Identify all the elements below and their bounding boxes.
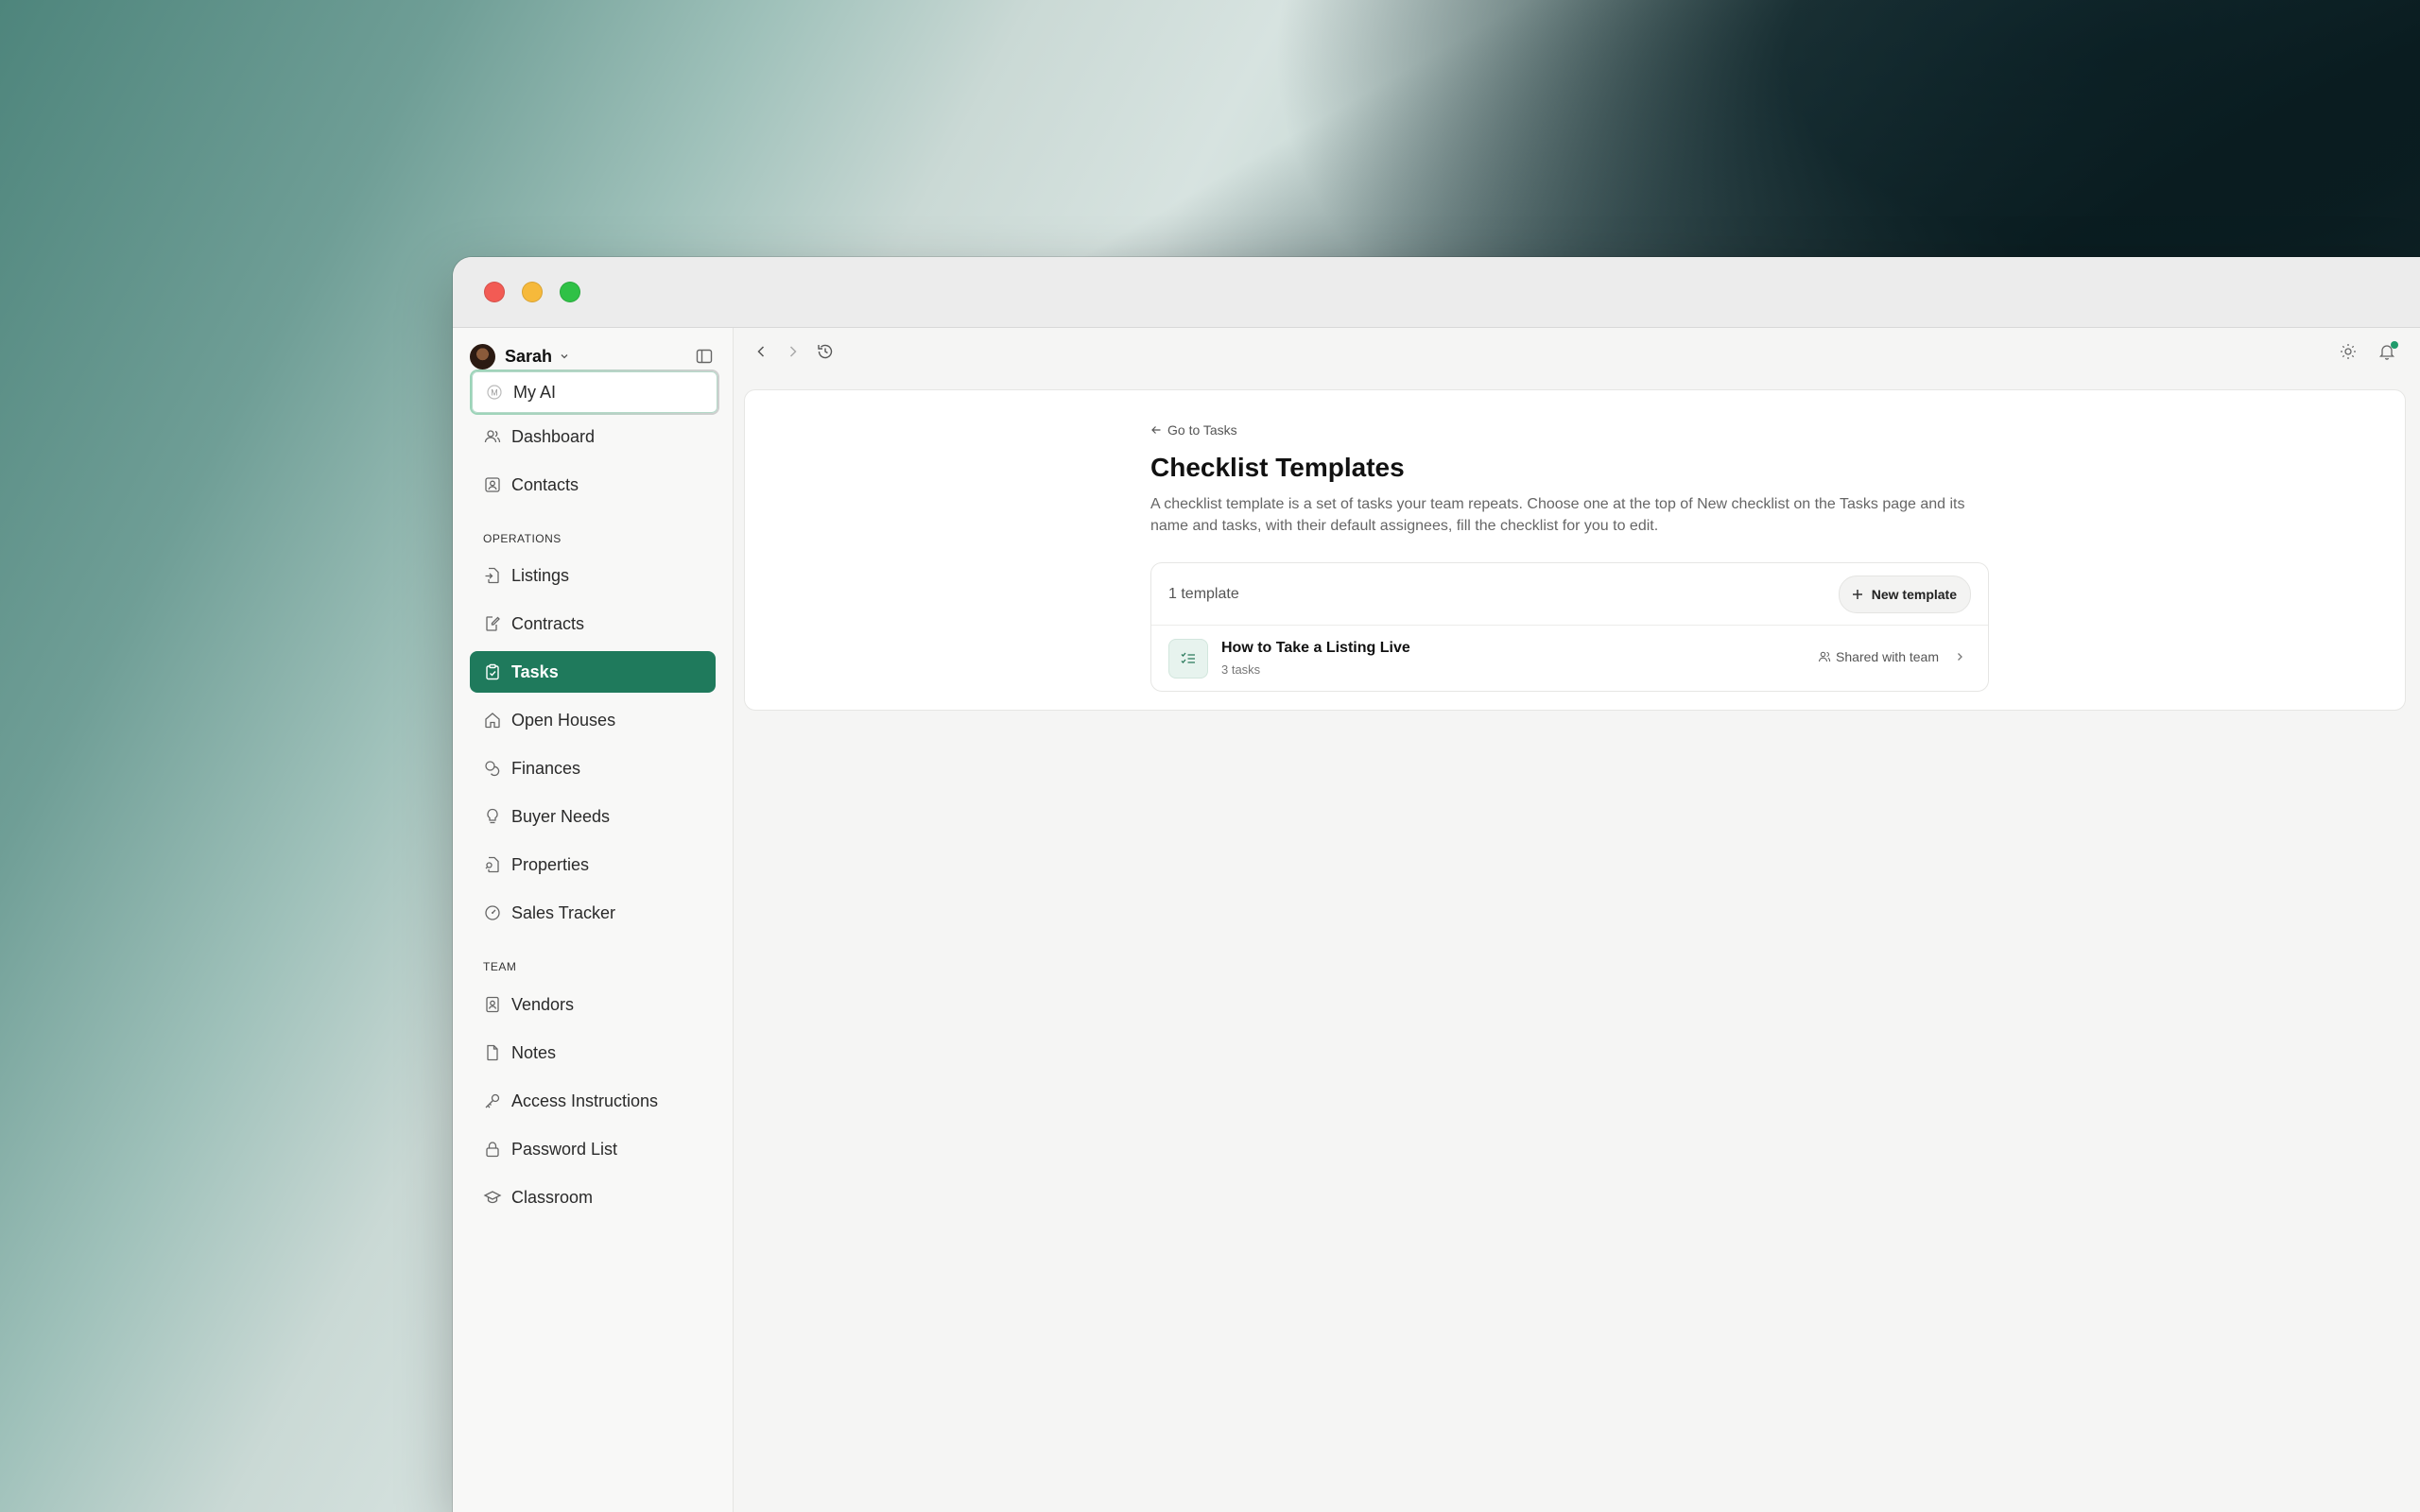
template-name: How to Take a Listing Live [1221,640,1410,656]
notification-dot [2391,341,2398,349]
lightbulb-icon [483,807,502,826]
svg-text:M: M [491,388,498,398]
sidebar-item-label: Contracts [511,613,585,633]
history-icon[interactable] [816,342,835,361]
back-link-label: Go to Tasks [1167,422,1237,438]
user-name: Sarah [505,346,553,366]
back-arrow-icon[interactable] [752,342,770,361]
forward-arrow-icon[interactable] [784,342,803,361]
minimize-window-button[interactable] [522,282,543,302]
sidebar-item-label: Notes [511,1042,557,1062]
new-template-label: New template [1871,587,1957,602]
sidebar-item-sales-tracker[interactable]: Sales Tracker [470,892,716,934]
template-row[interactable]: How to Take a Listing Live 3 tasks Share… [1151,626,1988,690]
wallpaper-shadow [945,0,2420,265]
template-count: 1 template [1168,586,1239,602]
sidebar-item-dashboard[interactable]: Dashboard [470,416,716,457]
sun-icon[interactable] [2339,342,2358,361]
clipboard-check-icon [483,662,502,681]
file-edit-icon [483,614,502,633]
app-window: Sarah M My AI Dashboard Contacts OPERATI… [453,257,2420,1512]
sidebar-item-label: My AI [513,382,557,402]
sidebar-item-contacts[interactable]: Contacts [470,464,716,506]
section-label-operations: OPERATIONS [483,532,562,545]
plus-icon [1852,590,1862,599]
file-import-icon [483,566,502,585]
sidebar-item-label: Listings [511,565,570,585]
sidebar-item-my-ai[interactable]: M My AI [470,369,719,415]
sidebar-item-label: Buyer Needs [511,806,611,826]
sidebar-item-classroom[interactable]: Classroom [470,1177,716,1218]
file-icon [483,1043,502,1062]
home-icon [483,711,502,730]
arrow-left-icon [1151,426,1161,434]
user-menu[interactable]: Sarah [470,341,569,371]
users-icon [483,427,502,446]
sidebar-item-access-instructions[interactable]: Access Instructions [470,1080,716,1122]
close-window-button[interactable] [484,282,505,302]
sidebar-item-properties[interactable]: Properties [470,844,716,885]
title-bar [453,257,2420,328]
file-search-icon [483,855,502,874]
sidebar-item-label: Classroom [511,1187,594,1207]
lock-icon [483,1140,502,1159]
section-label-team: TEAM [483,960,517,973]
contact-card-icon [483,995,502,1014]
sidebar-item-label: Sales Tracker [511,902,616,922]
page-description: A checklist template is a set of tasks y… [1150,496,1965,534]
templates-card: 1 template New template How to Take a Li… [1150,562,1989,692]
ai-logo-icon: M [485,383,504,402]
sidebar-item-label: Tasks [511,662,559,681]
sidebar: Sarah M My AI Dashboard Contacts OPERATI… [453,328,734,1512]
graduation-cap-icon [483,1188,502,1207]
users-icon [1818,651,1831,662]
sidebar-item-tasks[interactable]: Tasks [470,651,716,693]
page-title: Checklist Templates [1150,453,1405,482]
key-icon [483,1091,502,1110]
sidebar-item-label: Dashboard [511,426,596,446]
sidebar-toggle-icon[interactable] [695,347,714,366]
sidebar-item-password-list[interactable]: Password List [470,1128,716,1170]
checklist-icon [1168,639,1208,679]
sidebar-item-label: Contacts [511,474,579,494]
sidebar-item-notes[interactable]: Notes [470,1032,716,1074]
sidebar-item-buyer-needs[interactable]: Buyer Needs [470,796,716,837]
sidebar-item-label: Vendors [511,994,575,1014]
maximize-window-button[interactable] [560,282,580,302]
sidebar-item-label: Properties [511,854,590,874]
chevron-right-icon [1958,653,1962,661]
template-sharing: Shared with team [1818,649,1939,664]
gauge-icon [483,903,502,922]
new-template-button[interactable]: New template [1838,576,1971,613]
sidebar-item-label: Access Instructions [511,1091,659,1110]
sidebar-item-listings[interactable]: Listings [470,555,716,596]
sidebar-item-label: Password List [511,1139,618,1159]
go-to-tasks-link[interactable]: Go to Tasks [1150,422,1237,438]
avatar [470,343,495,369]
template-task-count: 3 tasks [1221,662,1261,677]
sidebar-item-contracts[interactable]: Contracts [470,603,716,644]
templates-card-header: 1 template New template [1151,563,1988,626]
contact-card-icon [483,475,502,494]
template-sharing-label: Shared with team [1836,649,1939,664]
sidebar-item-label: Open Houses [511,710,616,730]
sidebar-item-finances[interactable]: Finances [470,747,716,789]
coins-icon [483,759,502,778]
sidebar-item-vendors[interactable]: Vendors [470,984,716,1025]
sidebar-item-label: Finances [511,758,581,778]
sidebar-item-open-houses[interactable]: Open Houses [470,699,716,741]
chevron-down-icon [561,354,568,359]
